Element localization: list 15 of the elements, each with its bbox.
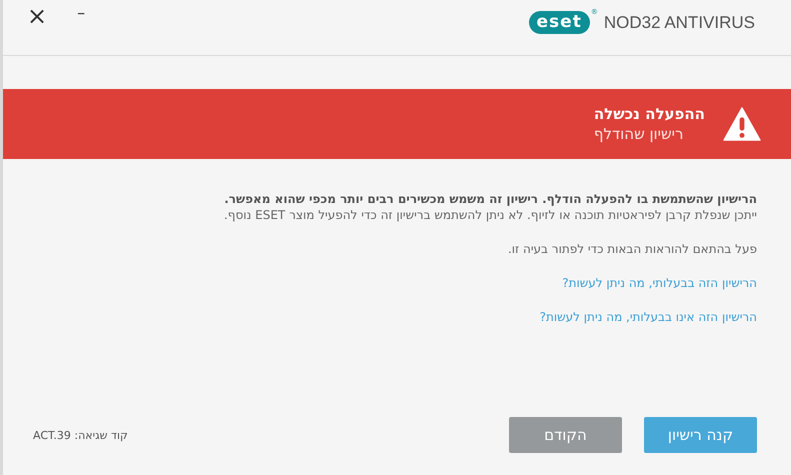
banner-title: ההפעלה נכשלה <box>594 104 705 124</box>
help-link[interactable]: הרישיון הזה בבעלותי, מה ניתן לעשות? <box>562 275 757 291</box>
logo-mark: eset <box>528 11 590 34</box>
minimize-button[interactable]: – <box>71 2 92 24</box>
message-detail: ייתכן שנפלת קרבן לפיראטיות תוכנה או לזיוף. לא ניתן להשתמש ברישיון זה כדי להפעיל מוצר ESET נוסף. <box>224 207 757 223</box>
product-name: NOD32 ANTIVIRUS <box>604 12 755 32</box>
help-link[interactable]: הרישיון הזה אינו בבעלותי, מה ניתן לעשות? <box>540 309 757 325</box>
instruction-text: פעל בהתאם להוראות הבאות כדי לפתור בעיה זו. <box>508 241 757 257</box>
message-lead: הרישיון שהשתמשת בו להפעלה הודלף. רישיון זה משמש מכשירים רבים יותר מכפי שהוא מאפשר. <box>224 191 757 207</box>
close-button[interactable]: × <box>21 2 54 30</box>
warning-icon <box>723 107 761 141</box>
banner-subtitle: רישיון שהודלף <box>594 124 684 144</box>
back-button[interactable]: הקודם <box>509 417 622 453</box>
error-code: קוד שגיאה: ACT.39 <box>33 429 128 442</box>
buy-license-button[interactable]: קנה רישיון <box>644 417 757 453</box>
